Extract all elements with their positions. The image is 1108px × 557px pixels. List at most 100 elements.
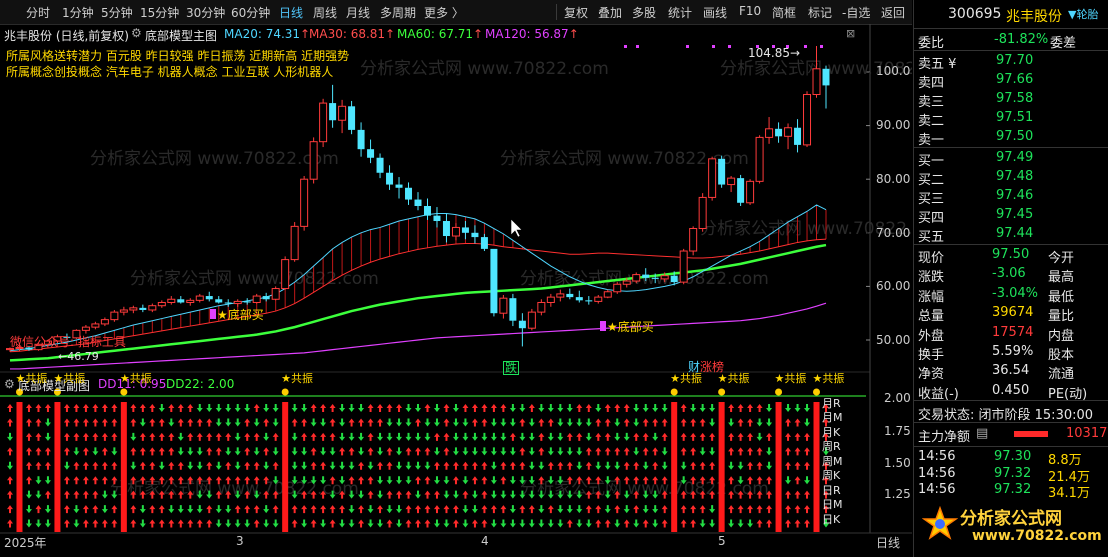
list-icon[interactable]: ▤ — [976, 426, 988, 441]
settings-icon[interactable]: ⚙ — [131, 26, 142, 40]
limit-down-tag[interactable]: 跌 — [503, 361, 520, 375]
stat-value: 97.50 — [992, 247, 1030, 262]
main-indicator-name[interactable]: 底部模型主图 — [145, 27, 217, 44]
down-arrow-icon — [547, 519, 554, 528]
f10-button[interactable]: F10 — [739, 4, 761, 18]
up-arrow-icon — [728, 404, 735, 412]
up-arrow-icon — [481, 418, 488, 427]
sub-settings-icon[interactable]: ⚙ — [4, 377, 15, 391]
down-arrow-icon — [73, 447, 80, 456]
up-arrow-icon — [576, 432, 583, 441]
chart-close-icon[interactable]: ⊠ — [846, 27, 855, 40]
candle-body — [215, 299, 223, 303]
up-arrow-icon — [737, 432, 744, 441]
sub-row-label: 日K — [822, 512, 841, 526]
period-tab-60min[interactable]: 60分钟 — [231, 4, 270, 21]
up-arrow-icon — [320, 505, 327, 514]
up-arrow-icon — [139, 447, 146, 456]
up-arrow-icon — [396, 404, 403, 412]
down-arrow-icon — [709, 404, 716, 412]
up-arrow-icon — [614, 447, 621, 456]
up-arrow-icon — [310, 447, 317, 456]
y-tick-100: 100.0 — [876, 64, 911, 78]
up-arrow-icon — [386, 490, 393, 499]
up-arrow-icon — [168, 519, 175, 528]
down-arrow-icon — [234, 461, 241, 470]
back-button[interactable]: 返回 — [881, 4, 905, 21]
up-arrow-icon — [44, 404, 51, 412]
restore-rights-button[interactable]: 复权 — [564, 4, 588, 21]
up-arrow-icon — [101, 418, 108, 427]
period-tab-1min[interactable]: 1分钟 — [62, 4, 94, 21]
up-arrow-icon — [329, 519, 336, 528]
down-arrow-icon — [642, 461, 649, 470]
bid-price: 97.46 — [996, 188, 1034, 203]
down-arrow-icon — [690, 404, 697, 412]
up-arrow-icon — [680, 519, 687, 528]
statistics-button[interactable]: 统计 — [668, 4, 692, 21]
period-tab-15min[interactable]: 15分钟 — [140, 4, 179, 21]
kline-chart[interactable]: 分析家公式网 www.70822.com 分析家公式网 www.70822.com… — [0, 24, 912, 557]
up-arrow-icon — [196, 418, 203, 427]
up-arrow-icon — [557, 461, 564, 470]
down-arrow-icon — [139, 505, 146, 514]
up-arrow-icon — [310, 519, 317, 528]
down-arrow-icon — [433, 418, 440, 427]
period-tab-30min[interactable]: 30分钟 — [186, 4, 225, 21]
ask-level-label: 卖五 ¥ — [918, 57, 957, 72]
period-tab-more[interactable]: 更多 〉 — [424, 4, 464, 21]
add-watchlist-button[interactable]: -自选 — [842, 4, 870, 21]
up-arrow-icon — [642, 418, 649, 427]
simple-frame-button[interactable]: 简框 — [772, 4, 796, 21]
up-arrow-icon — [756, 505, 763, 514]
down-arrow-icon — [310, 418, 317, 427]
down-arrow-icon — [614, 418, 621, 427]
down-arrow-icon — [699, 404, 706, 412]
overlay-button[interactable]: 叠加 — [598, 4, 622, 21]
candle-body — [319, 102, 328, 143]
up-arrow-icon — [92, 490, 99, 499]
bid-price: 97.48 — [996, 169, 1034, 184]
candle-body — [499, 297, 508, 314]
up-arrow-icon — [604, 519, 611, 528]
down-arrow-icon — [405, 432, 412, 441]
up-arrow-icon — [82, 418, 89, 427]
down-arrow-icon — [187, 505, 194, 514]
period-tab-5min[interactable]: 5分钟 — [101, 4, 133, 21]
stat-value: 17574 — [992, 324, 1034, 340]
down-arrow-icon — [92, 447, 99, 456]
stat-value: -3.06 — [992, 266, 1026, 282]
style-tags: 所属风格送转潜力 百元股 昨日较强 昨日振荡 近期新高 近期强势 — [6, 49, 350, 63]
up-arrow-icon — [244, 432, 251, 441]
up-arrow-icon — [547, 505, 554, 514]
down-arrow-icon — [291, 404, 298, 412]
stat-label-2: 最高 — [1048, 270, 1075, 286]
signal-dot — [636, 45, 639, 48]
period-tab-fenshi[interactable]: 分时 — [26, 4, 50, 21]
up-arrow-icon — [367, 490, 374, 499]
stock-code: 300695 — [948, 6, 1002, 22]
up-arrow-icon — [7, 476, 13, 485]
stat-label-2: 最低 — [1048, 289, 1075, 305]
ask-price: 97.66 — [996, 72, 1034, 87]
down-arrow-icon — [386, 418, 393, 427]
candle-body — [822, 68, 830, 86]
up-arrow-icon — [92, 505, 99, 514]
up-arrow-icon — [737, 404, 744, 412]
period-tab-daily[interactable]: 日线 — [279, 4, 303, 21]
mark-button[interactable]: 标记 — [808, 4, 832, 21]
up-arrow-icon — [471, 404, 478, 412]
multi-stock-button[interactable]: 多股 — [632, 4, 656, 21]
sector-dropdown[interactable]: ▼轮胎 — [1068, 6, 1098, 22]
down-arrow-icon — [766, 447, 773, 456]
period-tab-weekly[interactable]: 周线 — [313, 4, 337, 21]
signal-dot — [686, 45, 689, 48]
period-tab-monthly[interactable]: 月线 — [346, 4, 370, 21]
up-arrow-icon — [595, 447, 602, 456]
up-arrow-icon — [386, 447, 393, 456]
candle-body — [423, 206, 431, 216]
down-arrow-icon — [585, 432, 592, 441]
draw-line-button[interactable]: 画线 — [703, 4, 727, 21]
period-tab-multi[interactable]: 多周期 — [380, 4, 416, 21]
stat-label: 净资 — [918, 367, 945, 383]
